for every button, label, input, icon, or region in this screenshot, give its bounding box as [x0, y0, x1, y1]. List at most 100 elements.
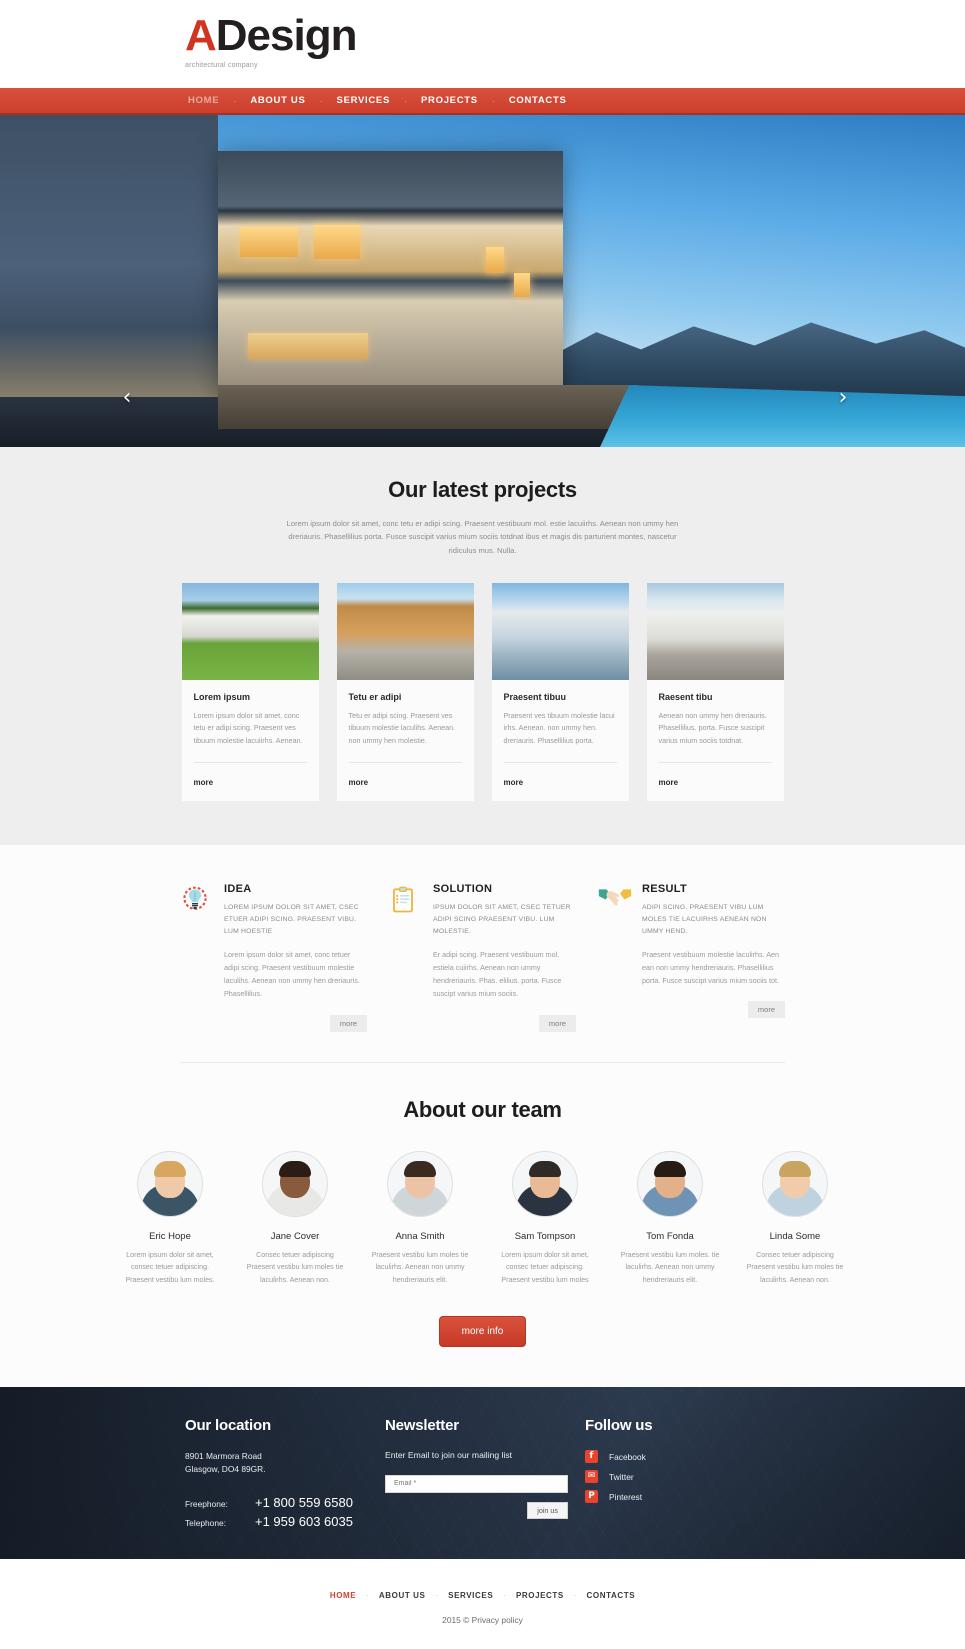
facebook-icon: f	[585, 1450, 598, 1464]
team-member-list: Eric Hope Lorem ipsum dolor sit amet, con…	[0, 1150, 965, 1286]
nav-list: HOME · ABOUT US · SERVICES · PROJECTS · CONTACTS	[185, 95, 570, 106]
service-title: IDEA	[224, 882, 252, 895]
avatar	[637, 1150, 703, 1217]
handshake-icon	[598, 883, 632, 1032]
project-description: Praesent ves tibuum molestie lacui irhs.…	[503, 710, 615, 746]
projects-title: Our latest projects	[388, 477, 577, 502]
freephone-number: +1 800 559 6580	[255, 1494, 353, 1510]
team-member: Linda Some Consec tetuer adipiscing Praes…	[744, 1150, 847, 1286]
footer-nav-separator: ·	[366, 1591, 369, 1601]
logo-letter-a: A	[185, 11, 217, 60]
hero-window	[240, 227, 298, 257]
nav-item-projects[interactable]: PROJECTS	[418, 95, 481, 106]
hero-window	[314, 225, 360, 259]
freephone-row: Freephone: +1 800 559 6580	[185, 1495, 385, 1510]
service-description: Lorem ipsum dolor sit amet, conc tetuer …	[224, 949, 360, 999]
bottom-bar: HOME · ABOUT US · SERVICES · PROJECTS · CONTACTS…	[0, 1559, 965, 1649]
social-link-pinterest[interactable]: P Pinterest	[585, 1490, 785, 1504]
services-list: IDEA LOREM IPSUM DOLOR SIT AMET, CSEC ETU…	[0, 883, 965, 1032]
project-more-link[interactable]: more	[659, 778, 679, 787]
newsletter-description: Enter Email to join our mailing list	[385, 1450, 513, 1461]
member-description: Lorem ipsum dolor sit amet, consec tetue…	[125, 1250, 215, 1284]
project-title: Lorem ipsum	[193, 691, 251, 702]
service-more-button[interactable]: more	[747, 1001, 785, 1019]
latest-projects-section: Our latest projects Lorem ipsum dolor si…	[0, 447, 965, 845]
nav-separator: ·	[404, 95, 408, 106]
projects-subtitle: Lorem ipsum dolor sit amet, conc tetu er…	[286, 519, 679, 555]
service-subtitle: LOREM IPSUM DOLOR SIT AMET, CSEC ETUER A…	[224, 903, 359, 936]
service-more-button[interactable]: more	[538, 1014, 576, 1032]
avatar	[387, 1150, 453, 1217]
team-member: Tom Fonda Praesent vestibu lum moles. tie…	[619, 1150, 722, 1286]
project-more-link[interactable]: more	[349, 778, 369, 787]
nav-item-services[interactable]: SERVICES	[334, 95, 393, 106]
project-title: Tetu er adipi	[348, 691, 402, 702]
hero-window	[486, 247, 504, 273]
more-info-button[interactable]: more info	[438, 1316, 527, 1348]
social-link-label: Facebook	[609, 1451, 646, 1462]
footer-nav-separator: ·	[503, 1591, 506, 1601]
project-description: Tetu er adipi scing. Praesent ves tibuum…	[348, 710, 456, 746]
newsletter-join-button[interactable]: join us	[527, 1501, 568, 1519]
footer-nav-item-contacts[interactable]: CONTACTS	[587, 1591, 636, 1600]
project-card-list: Lorem ipsum Lorem ipsum dolor sit amet, c…	[0, 582, 965, 801]
nav-item-about-us[interactable]: ABOUT US	[247, 95, 308, 106]
project-more-link[interactable]: more	[194, 778, 214, 787]
pinterest-icon: P	[585, 1490, 598, 1504]
nav-item-contacts[interactable]: CONTACTS	[506, 95, 570, 106]
footer-nav-item-services[interactable]: SERVICES	[448, 1591, 493, 1600]
project-description: Aenean non ummy hen dreriauris. Phaselli…	[658, 710, 767, 746]
slider-prev-arrow-icon[interactable]: ‹	[112, 383, 142, 413]
address-line-2: Glasgow, DO4 89GR.	[185, 1464, 266, 1475]
hero-terrace	[218, 385, 638, 429]
social-link-label: Pinterest	[609, 1491, 643, 1502]
twitter-icon: ✉	[585, 1470, 598, 1484]
location-title: Our location	[185, 1417, 271, 1435]
service-title: SOLUTION	[433, 882, 493, 895]
social-link-twitter[interactable]: ✉ Twitter	[585, 1470, 785, 1484]
footer-navigation: HOME · ABOUT US · SERVICES · PROJECTS · CONTACTS	[0, 1585, 965, 1603]
member-name: Tom Fonda	[646, 1230, 694, 1242]
freephone-label: Freephone:	[185, 1498, 228, 1509]
social-link-facebook[interactable]: f Facebook	[585, 1450, 785, 1464]
project-card[interactable]: Lorem ipsum Lorem ipsum dolor sit amet, c…	[181, 582, 319, 801]
member-description: Consec tetuer adipiscing Praesent vestib…	[746, 1250, 844, 1284]
member-name: Eric Hope	[149, 1230, 191, 1242]
slider-next-arrow-icon[interactable]: ›	[828, 383, 858, 413]
project-more-link[interactable]: more	[504, 778, 524, 787]
service-description: Er adipi scing. Praesent vestibuum mol. …	[433, 949, 562, 999]
site-header: ADesign architectural company	[0, 0, 965, 88]
avatar	[512, 1150, 578, 1217]
social-link-label: Twitter	[609, 1471, 634, 1482]
member-name: Sam Tompson	[514, 1230, 576, 1242]
nav-item-home[interactable]: HOME	[185, 95, 222, 106]
project-title: Praesent tibuu	[503, 691, 567, 702]
hero-building	[218, 151, 563, 401]
logo-text: ADesign	[185, 11, 358, 60]
project-card[interactable]: Tetu er adipi Tetu er adipi scing. Praese…	[336, 582, 474, 801]
footer-nav-item-about-us[interactable]: ABOUT US	[379, 1591, 426, 1600]
member-description: Consec tetuer adipiscing Praesent vestib…	[246, 1250, 344, 1284]
logo[interactable]: ADesign architectural company	[185, 11, 358, 70]
nav-separator: ·	[233, 95, 237, 106]
avatar	[137, 1150, 203, 1217]
service-item: RESULT ADIPI SCING. PRAESENT VIBU LUM MOL…	[598, 883, 785, 1032]
footer-nav-item-home[interactable]: HOME	[330, 1591, 356, 1600]
logo-word: Design	[215, 11, 358, 60]
team-member: Anna Smith Praesent vestibu lum moles tie…	[369, 1150, 472, 1286]
team-member: Sam Tompson Lorem ipsum dolor sit amet, c…	[494, 1150, 597, 1286]
service-more-button[interactable]: more	[329, 1014, 367, 1032]
member-name: Jane Cover	[270, 1230, 320, 1242]
member-description: Lorem ipsum dolor sit amet, consec tetue…	[501, 1250, 589, 1284]
newsletter-email-input[interactable]	[385, 1474, 568, 1493]
footer-nav-item-projects[interactable]: PROJECTS	[516, 1591, 564, 1600]
copyright-text: 2015 © Privacy policy	[442, 1615, 523, 1626]
member-name: Linda Some	[769, 1230, 821, 1242]
hero-window	[248, 333, 368, 359]
project-card[interactable]: Praesent tibuu Praesent ves tibuum molest…	[491, 582, 629, 801]
footer-nav-separator: ·	[573, 1591, 577, 1601]
project-card[interactable]: Raesent tibu Aenean non ummy hen dreriaur…	[646, 582, 784, 801]
team-title: About our team	[403, 1096, 562, 1122]
nav-separator: ·	[319, 95, 323, 106]
address-line-1: 8901 Marmora Road	[185, 1451, 262, 1462]
